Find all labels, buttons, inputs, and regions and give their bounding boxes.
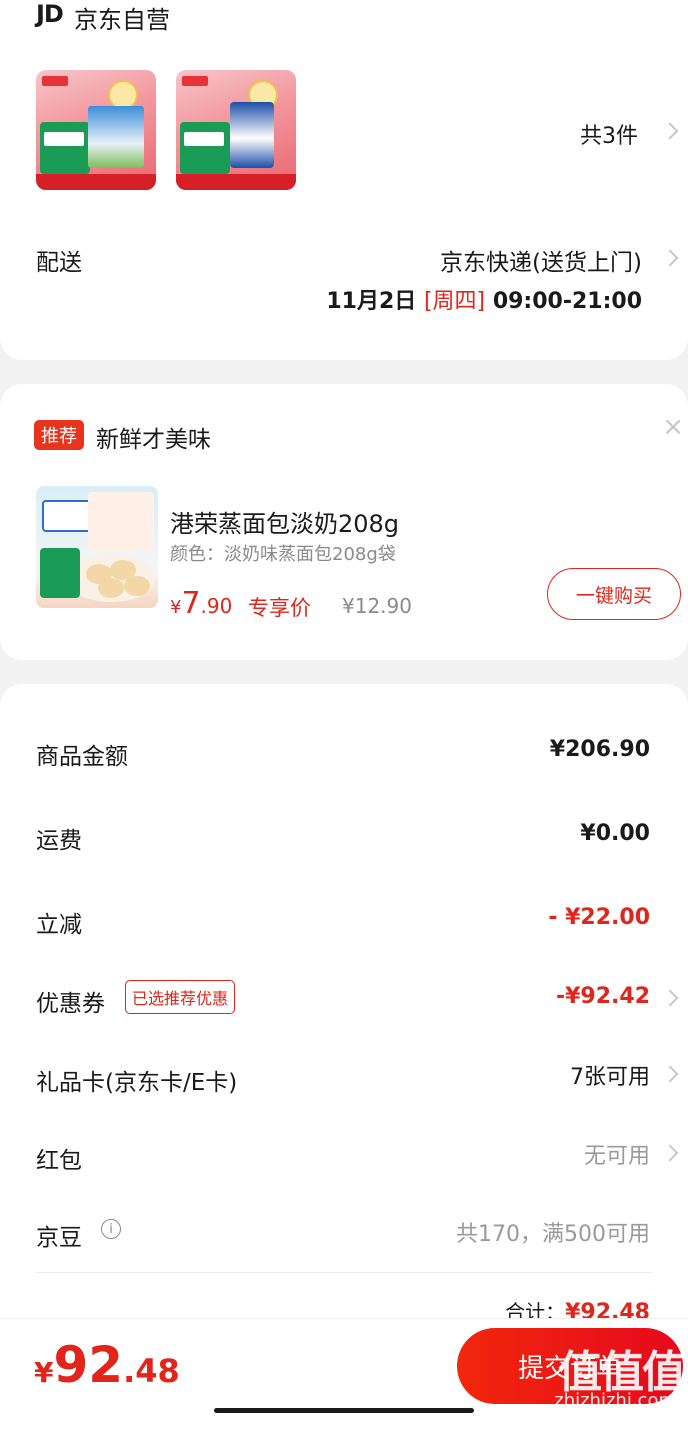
original-price: ¥12.90 [342,594,412,618]
delivery-weekday: [周四] [423,289,486,314]
jd-logo: JD [36,0,64,28]
home-indicator[interactable] [214,1408,474,1413]
recommend-product-spec: 颜色：淡奶味蒸面包208g袋 [170,544,396,565]
shipping-value: ¥0.00 [580,821,650,846]
shipping-label: 运费 [36,828,82,854]
gift-card-label[interactable]: 礼品卡(京东卡/E卡) [36,1063,237,1097]
close-icon[interactable]: × [662,412,684,442]
info-icon[interactable]: i [101,1219,121,1239]
recommend-product-image[interactable] [36,486,158,608]
red-packet-value[interactable]: 无可用 [584,1138,650,1170]
red-packet-label[interactable]: 红包 [36,1141,82,1175]
exclusive-price-label: 专享价 [248,596,311,620]
gift-card-value[interactable]: 7张可用 [570,1059,650,1091]
one-click-buy-button[interactable]: 一键购买 [547,568,681,620]
instant-discount-label: 立减 [36,912,82,938]
recommend-price: ¥7.90 [170,586,233,621]
coupon-recommended-tag: 已选推荐优惠 [125,980,236,1014]
divider [36,1272,652,1273]
jd-beans-value: 共170，满500可用 [456,1222,650,1247]
delivery-method[interactable]: 京东快递(送货上门) [440,243,642,277]
product-count[interactable]: 共3件 [580,118,638,150]
instant-discount-value: - ¥22.00 [548,905,650,930]
coupon-value[interactable]: -¥92.42 [556,984,650,1009]
recommend-badge: 推荐 [34,420,84,450]
product-thumbnail[interactable] [36,70,156,190]
delivery-time[interactable]: 11月2日 [周四] 09:00-21:00 [326,283,642,315]
total-amount: ¥92.48 [34,1336,180,1394]
store-name: 京东自营 [74,6,170,34]
coupon-label[interactable]: 优惠券 [36,984,105,1018]
goods-amount-value: ¥206.90 [549,737,650,762]
jd-beans-label: 京豆 [36,1225,82,1251]
delivery-label: 配送 [36,250,82,276]
product-thumbnail[interactable] [176,70,296,190]
watermark-url: zhizhizhi.com [554,1390,676,1411]
recommend-product-name[interactable]: 港荣蒸面包淡奶208g [170,504,399,539]
goods-amount-label: 商品金额 [36,744,128,770]
recommend-title: 新鲜才美味 [96,427,211,453]
